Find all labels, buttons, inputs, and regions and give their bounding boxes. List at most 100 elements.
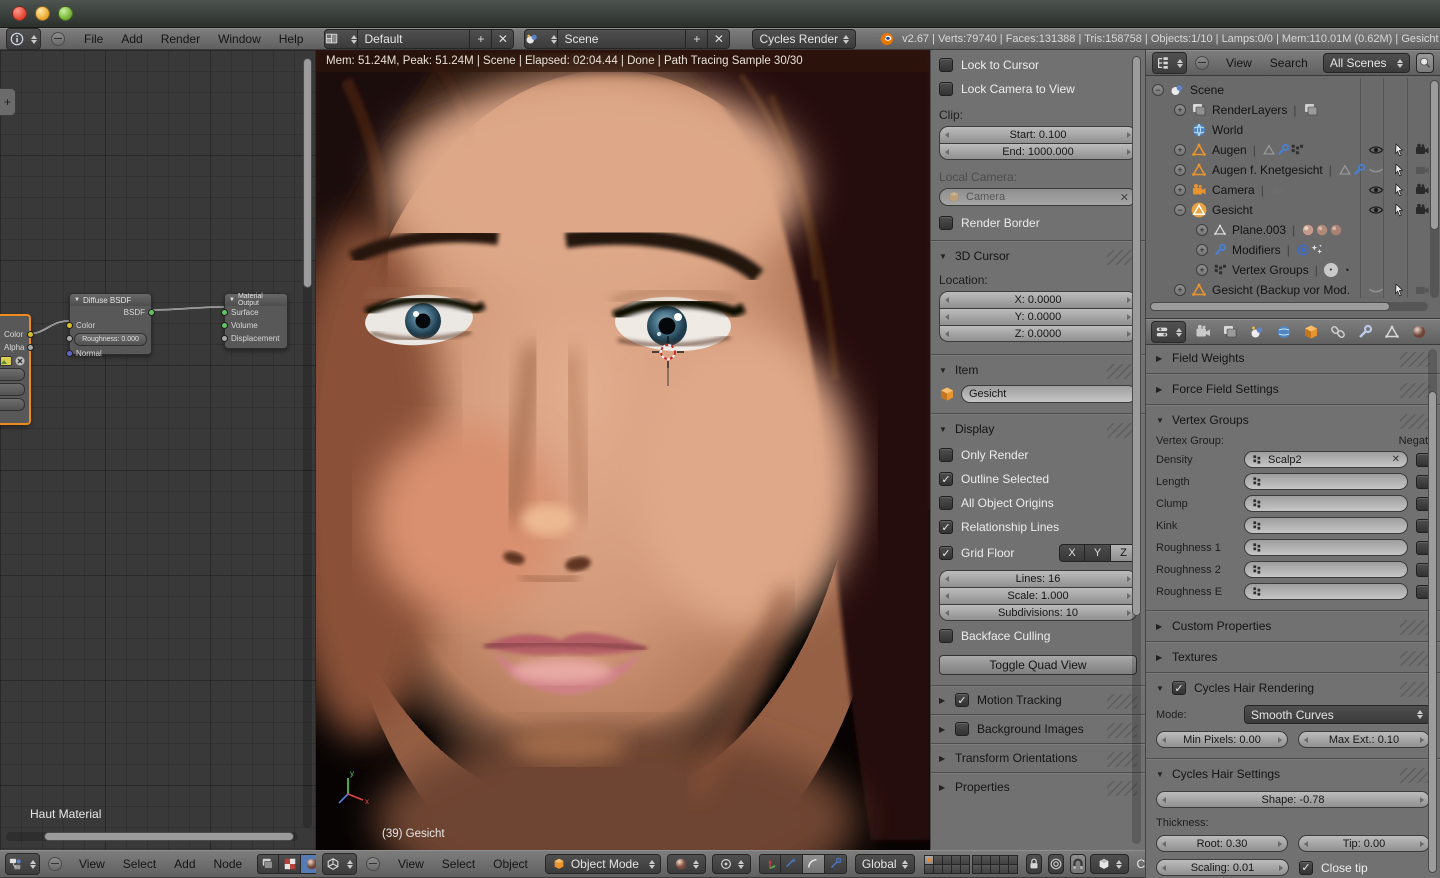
grid-lines-field[interactable]: Lines: 16 (939, 570, 1137, 587)
axis-x-toggle[interactable]: X (1059, 544, 1085, 562)
alpha-output-socket[interactable] (27, 344, 34, 351)
snap-toggle[interactable] (1070, 854, 1086, 874)
node-editor-vscroll[interactable] (303, 58, 312, 288)
pivot-center-select[interactable] (712, 854, 751, 874)
panel-expand-icon[interactable]: ▶ (939, 754, 949, 763)
outliner-row-vertex-groups[interactable]: + Vertex Groups | • • (1152, 260, 1440, 280)
panel-cycles-hair-rendering[interactable]: ▼ Cycles Hair Rendering (1156, 681, 1430, 695)
tree-type-compositing-button[interactable] (257, 854, 279, 874)
tab-render-layers[interactable] (1217, 322, 1242, 343)
proportional-edit-select[interactable] (1048, 854, 1064, 874)
tab-scene[interactable] (1244, 322, 1269, 343)
editor-type-selector-properties[interactable] (1151, 321, 1186, 343)
menu-select[interactable]: Select (433, 857, 484, 871)
cursor-z-field[interactable]: Z: 0.0000 (939, 325, 1137, 342)
outliner-hscroll[interactable] (1150, 302, 1390, 311)
displacement-input-socket[interactable] (221, 335, 228, 342)
backface-culling-checkbox[interactable] (939, 629, 953, 643)
manipulator-scale-toggle[interactable] (825, 854, 847, 874)
unlink-image-icon[interactable] (15, 356, 25, 366)
editor-type-selector-info[interactable] (6, 28, 41, 50)
lock-camera-row[interactable]: Lock Camera to View (939, 82, 1137, 96)
panel-expand-icon[interactable]: ▼ (939, 425, 949, 434)
clear-camera-icon[interactable]: ✕ (1120, 191, 1129, 204)
cursor-x-field[interactable]: X: 0.0000 (939, 291, 1137, 308)
panel-expand-icon[interactable]: ▼ (1156, 770, 1166, 779)
delete-scene-button[interactable]: ✕ (708, 29, 730, 49)
panel-display[interactable]: ▼ Display (939, 422, 1137, 436)
properties-vscroll[interactable] (1428, 391, 1437, 873)
image-browse-icon[interactable] (0, 356, 12, 366)
outline-selected-row[interactable]: Outline Selected (939, 472, 1137, 486)
menu-view[interactable]: View (70, 857, 114, 871)
volume-input-socket[interactable] (221, 322, 228, 329)
relationship-lines-row[interactable]: Relationship Lines (939, 520, 1137, 534)
collapse-menus-button[interactable] (1195, 56, 1209, 70)
node-editor-hscroll[interactable] (44, 832, 294, 841)
menu-add[interactable]: Add (165, 857, 204, 871)
max-ext-field[interactable]: Max Ext.: 0.10 (1298, 731, 1430, 748)
panel-custom-properties[interactable]: ▶ Custom Properties (1156, 619, 1430, 633)
outliner-vscroll[interactable] (1430, 80, 1439, 230)
outline-selected-checkbox[interactable] (939, 472, 953, 486)
only-render-row[interactable]: Only Render (939, 448, 1137, 462)
menu-object[interactable]: Object (484, 857, 537, 871)
material-output-node[interactable]: ▼Material Output Surface Volume Displace… (224, 293, 288, 349)
panel-expand-icon[interactable]: ▶ (939, 725, 949, 734)
menu-node[interactable]: Node (205, 857, 252, 871)
node-editor-canvas[interactable]: + Color Alpha (0, 50, 316, 850)
delete-screen-layout-button[interactable]: ✕ (492, 29, 514, 49)
toggle-quad-view-button[interactable]: Toggle Quad View (939, 655, 1137, 675)
lock-to-scene-toggle[interactable] (1026, 854, 1042, 874)
snap-element-select[interactable] (1090, 854, 1129, 874)
panel-expand-icon[interactable]: ▶ (1156, 354, 1166, 363)
mode-select[interactable]: Object Mode (545, 854, 661, 874)
panel-expand-icon[interactable]: ▶ (1156, 385, 1166, 394)
hair-shape-field[interactable]: Shape: -0.78 (1156, 791, 1430, 808)
n-panel-scrollbar[interactable] (1132, 56, 1141, 616)
image-node-setting-2[interactable] (0, 383, 25, 396)
scene-name-field[interactable]: Scene (558, 29, 686, 49)
minimize-window-button[interactable] (35, 6, 50, 21)
hair-root-field[interactable]: Root: 0.30 (1156, 835, 1288, 852)
menu-view[interactable]: View (389, 857, 433, 871)
outliner-row-world[interactable]: World (1152, 120, 1440, 140)
panel-force-field-settings[interactable]: ▶ Force Field Settings (1156, 382, 1430, 396)
panel-expand-icon[interactable]: ▼ (1156, 684, 1166, 693)
panel-motion-tracking[interactable]: ▶ Motion Tracking (939, 693, 1137, 707)
menu-add[interactable]: Add (112, 32, 151, 46)
menu-search[interactable]: Search (1261, 56, 1317, 70)
menu-window[interactable]: Window (209, 32, 270, 46)
panel-transform-orientations[interactable]: ▶ Transform Orientations (939, 751, 1137, 765)
close-tip-checkbox[interactable] (1299, 861, 1313, 875)
tab-material[interactable] (1406, 322, 1431, 343)
outliner-row-modifiers[interactable]: + Modifiers | (1152, 240, 1440, 260)
editor-type-selector-node[interactable] (5, 853, 40, 875)
panel-properties[interactable]: ▶ Properties (939, 780, 1137, 794)
close-window-button[interactable] (12, 6, 27, 21)
axis-y-toggle[interactable]: Y (1085, 544, 1111, 562)
outliner-row-plane003[interactable]: + Plane.003 | (1152, 220, 1440, 240)
outliner-display-filter-select[interactable]: All Scenes (1323, 53, 1410, 73)
roughness2-vgroup-field[interactable] (1244, 561, 1408, 578)
screen-layout-browse-button[interactable] (324, 29, 358, 49)
editor-type-selector-3d[interactable] (322, 853, 357, 875)
outliner-search-button[interactable] (1416, 53, 1434, 73)
panel-expand-icon[interactable]: ▼ (1156, 416, 1166, 425)
outliner-row-gesicht[interactable]: − Gesicht (1152, 200, 1440, 220)
transform-orientation-select[interactable]: Global (855, 854, 915, 874)
panel-expand-icon[interactable]: ▶ (939, 783, 949, 792)
outliner-row-augen-knetgesicht[interactable]: + Augen f. Knetgesicht | (1152, 160, 1440, 180)
panel-expand-icon[interactable]: ▶ (1156, 622, 1166, 631)
clip-end-field[interactable]: End: 1000.000 (939, 143, 1137, 160)
normal-input-socket[interactable] (66, 350, 73, 357)
grid-subdivisions-field[interactable]: Subdivisions: 10 (939, 604, 1137, 621)
panel-expand-icon[interactable]: ▼ (939, 366, 949, 375)
lock-camera-checkbox[interactable] (939, 82, 953, 96)
viewport-3d[interactable]: y x Mem: 51.24M, Peak: 51.24M | Scene | … (316, 50, 1145, 850)
panel-cycles-hair-settings[interactable]: ▼ Cycles Hair Settings (1156, 767, 1430, 781)
zoom-window-button[interactable] (58, 6, 73, 21)
only-render-checkbox[interactable] (939, 448, 953, 462)
menu-select[interactable]: Select (114, 857, 165, 871)
node-collapse-icon[interactable]: ▼ (229, 297, 235, 303)
